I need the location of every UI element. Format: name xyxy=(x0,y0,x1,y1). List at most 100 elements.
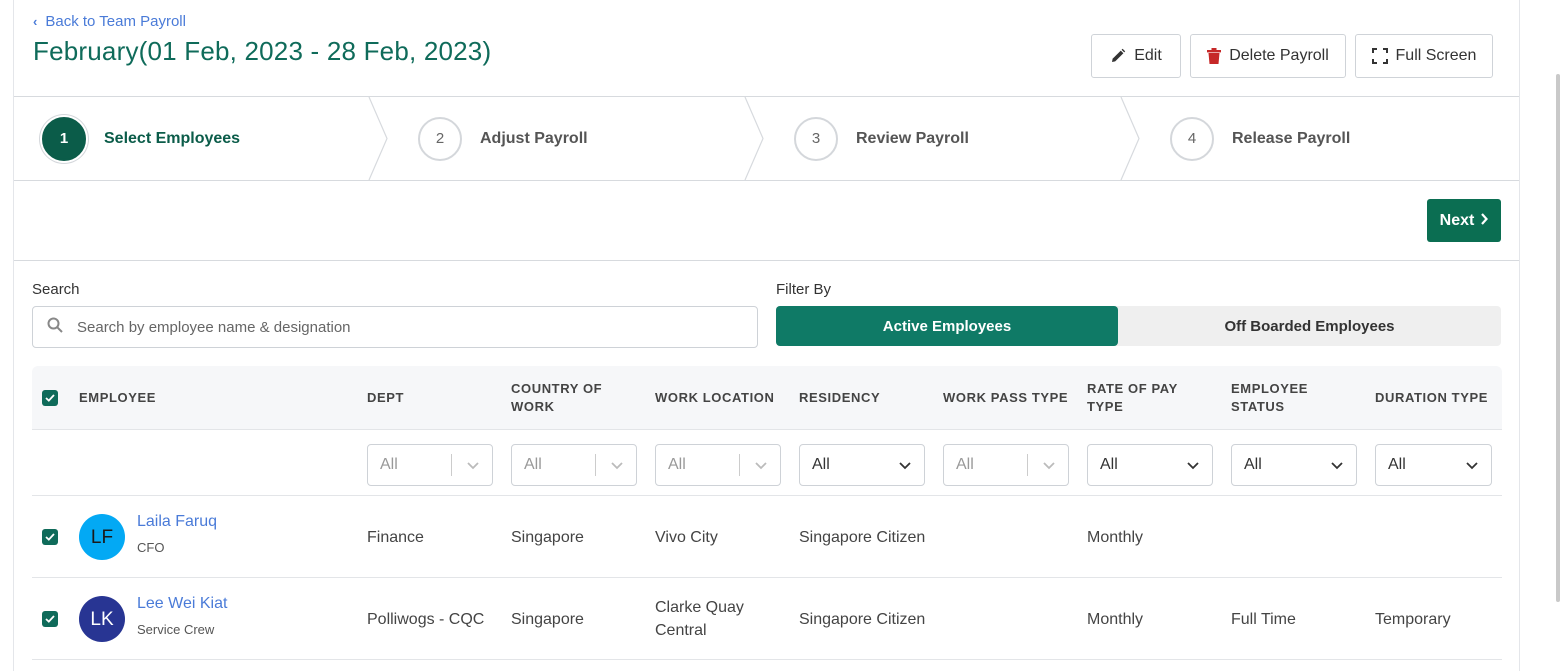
col-employee-status[interactable]: EMPLOYEE STATUS xyxy=(1231,366,1308,430)
page-gutter xyxy=(1520,0,1560,671)
step-number: 2 xyxy=(418,116,462,161)
col-work-location[interactable]: WORK LOCATION xyxy=(655,366,775,430)
select-separator xyxy=(739,454,740,476)
residency-filter-select[interactable]: All xyxy=(799,444,925,486)
step-divider xyxy=(1120,97,1140,180)
employee-name-link[interactable]: Lee Wei Kiat xyxy=(137,592,227,615)
check-icon xyxy=(42,611,58,627)
chevron-down-icon xyxy=(466,457,480,478)
delete-payroll-button[interactable]: Delete Payroll xyxy=(1190,34,1346,78)
chevron-down-icon xyxy=(1330,457,1344,478)
full-screen-button[interactable]: Full Screen xyxy=(1355,34,1493,78)
country-filter-value: All xyxy=(524,456,542,473)
col-dept[interactable]: DEPT xyxy=(367,366,404,430)
work-pass-filter-select[interactable]: All xyxy=(943,444,1069,486)
edit-button[interactable]: Edit xyxy=(1091,34,1181,78)
next-label: Next xyxy=(1439,211,1475,229)
work-location-filter-value: All xyxy=(668,456,686,473)
status-cell: Full Time xyxy=(1231,610,1296,628)
chevron-down-icon xyxy=(610,457,624,478)
col-country-label-line1: COUNTRY OF xyxy=(511,381,603,396)
step-label: Select Employees xyxy=(104,129,241,147)
dept-filter-value: All xyxy=(380,456,398,473)
row-checkbox[interactable] xyxy=(42,578,58,660)
select-separator xyxy=(1027,454,1028,476)
chevron-down-icon xyxy=(1465,457,1479,478)
scrollbar[interactable] xyxy=(1556,74,1560,602)
location-cell: Clarke Quay Central xyxy=(655,599,744,639)
step-actions-bar: Next xyxy=(14,181,1519,261)
rate-filter-value: All xyxy=(1100,456,1118,473)
row-checkbox[interactable] xyxy=(42,496,58,578)
duration-filter-value: All xyxy=(1388,456,1406,473)
status-filter-value: All xyxy=(1244,456,1262,473)
employee-table: EMPLOYEE DEPT COUNTRY OF WORK WORK LOCATI… xyxy=(32,366,1502,660)
step-label: Adjust Payroll xyxy=(480,129,588,147)
step-select-employees[interactable]: 1 Select Employees xyxy=(42,97,240,180)
next-button[interactable]: Next xyxy=(1427,199,1501,242)
employee-cell: LK Lee Wei Kiat Service Crew xyxy=(79,578,227,660)
col-residency-label: RESIDENCY xyxy=(799,390,881,405)
rate-cell: Monthly xyxy=(1087,528,1144,546)
delete-label: Delete Payroll xyxy=(1229,47,1329,64)
search-input[interactable] xyxy=(77,318,717,336)
col-rate-of-pay-type[interactable]: RATE OF PAY TYPE xyxy=(1087,366,1178,430)
select-separator xyxy=(595,454,596,476)
residency-filter-value: All xyxy=(812,456,830,473)
col-residency[interactable]: RESIDENCY xyxy=(799,366,880,430)
col-employee-label: EMPLOYEE xyxy=(79,390,157,405)
table-row: LF Laila Faruq CFO Finance Singapore Viv… xyxy=(32,496,1502,578)
step-review-payroll[interactable]: 3 Review Payroll xyxy=(794,97,969,180)
select-all-checkbox[interactable] xyxy=(42,366,58,430)
employee-designation: CFO xyxy=(137,539,165,555)
search-field[interactable] xyxy=(32,306,758,348)
offboarded-employees-tab[interactable]: Off Boarded Employees xyxy=(1118,306,1501,346)
search-icon xyxy=(47,317,63,338)
status-filter-select[interactable]: All xyxy=(1231,444,1357,486)
table-header: EMPLOYEE DEPT COUNTRY OF WORK WORK LOCATI… xyxy=(32,366,1502,430)
step-label: Release Payroll xyxy=(1232,129,1351,147)
avatar: LF xyxy=(79,514,125,560)
col-duration-type[interactable]: DURATION TYPE xyxy=(1375,366,1488,430)
table-row: LK Lee Wei Kiat Service Crew Polliwogs -… xyxy=(32,578,1502,660)
chevron-down-icon xyxy=(754,457,768,478)
work-location-filter-select[interactable]: All xyxy=(655,444,781,486)
select-separator xyxy=(451,454,452,476)
check-icon xyxy=(42,390,58,406)
duration-filter-select[interactable]: All xyxy=(1375,444,1492,486)
residency-cell: Singapore Citizen xyxy=(799,528,926,546)
col-employee[interactable]: EMPLOYEE xyxy=(79,366,156,430)
duration-cell: Temporary xyxy=(1375,610,1451,628)
col-work-pass-type[interactable]: WORK PASS TYPE xyxy=(943,366,1068,430)
expand-icon xyxy=(1371,48,1388,64)
avatar: LK xyxy=(79,596,125,642)
col-country-label-line2: WORK xyxy=(511,399,555,414)
employee-designation: Service Crew xyxy=(137,621,215,637)
back-link[interactable]: ‹ Back to Team Payroll xyxy=(33,13,186,30)
check-icon xyxy=(42,529,58,545)
chevron-down-icon xyxy=(1186,457,1200,478)
step-adjust-payroll[interactable]: 2 Adjust Payroll xyxy=(418,97,588,180)
active-employees-tab[interactable]: Active Employees xyxy=(776,306,1118,346)
col-duration-label: DURATION TYPE xyxy=(1375,390,1489,405)
step-number: 1 xyxy=(42,116,86,161)
rate-filter-select[interactable]: All xyxy=(1087,444,1213,486)
chevron-down-icon xyxy=(1042,457,1056,478)
chevron-left-icon: ‹ xyxy=(33,14,38,29)
country-filter-select[interactable]: All xyxy=(511,444,637,486)
employee-name-link[interactable]: Laila Faruq xyxy=(137,510,217,533)
dept-cell: Finance xyxy=(367,528,424,546)
col-rate-label-line2: TYPE xyxy=(1087,399,1124,414)
payroll-page: ‹ Back to Team Payroll February(01 Feb, … xyxy=(0,0,1560,671)
payroll-stepper: 1 Select Employees 2 Adjust Payroll 3 Re… xyxy=(14,96,1519,181)
step-release-payroll[interactable]: 4 Release Payroll xyxy=(1170,97,1350,180)
col-country-of-work[interactable]: COUNTRY OF WORK xyxy=(511,366,602,430)
rate-cell: Monthly xyxy=(1087,610,1144,628)
filter-by-label: Filter By xyxy=(776,281,832,298)
employee-cell: LF Laila Faruq CFO xyxy=(79,496,217,578)
full-screen-label: Full Screen xyxy=(1395,47,1477,64)
dept-filter-select[interactable]: All xyxy=(367,444,493,486)
step-label: Review Payroll xyxy=(856,129,969,147)
location-cell: Vivo City xyxy=(655,528,718,546)
col-status-label-line1: EMPLOYEE xyxy=(1231,381,1309,396)
